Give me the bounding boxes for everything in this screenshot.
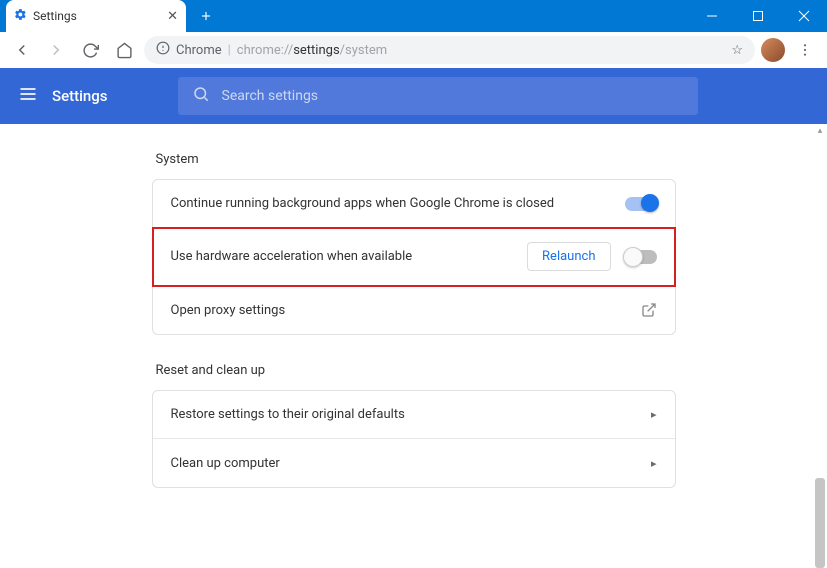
hamburger-icon[interactable] <box>18 84 38 108</box>
section-title-reset: Reset and clean up <box>152 363 676 378</box>
row-background-apps: Continue running background apps when Go… <box>153 180 675 228</box>
row-open-proxy[interactable]: Open proxy settings <box>153 286 675 334</box>
section-title-system: System <box>152 152 676 167</box>
minimize-button[interactable] <box>689 0 735 32</box>
maximize-button[interactable] <box>735 0 781 32</box>
forward-button[interactable] <box>42 36 70 64</box>
external-link-icon <box>641 302 657 318</box>
chevron-right-icon: ▸ <box>651 457 657 470</box>
url-path-tail: /system <box>340 43 387 58</box>
search-input[interactable] <box>222 88 684 104</box>
url-scheme: chrome:// <box>237 43 293 58</box>
browser-tab[interactable]: Settings ✕ <box>6 0 186 32</box>
home-button[interactable] <box>110 36 138 64</box>
row-cleanup-computer[interactable]: Clean up computer ▸ <box>153 439 675 487</box>
tab-title: Settings <box>33 9 77 23</box>
scroll-up-icon[interactable]: ▴ <box>815 126 825 136</box>
row-label: Use hardware acceleration when available <box>171 249 528 264</box>
scrollbar-thumb[interactable] <box>815 478 825 568</box>
appbar-title: Settings <box>52 87 108 105</box>
row-label: Continue running background apps when Go… <box>171 196 625 211</box>
new-tab-button[interactable] <box>192 2 220 30</box>
reload-button[interactable] <box>76 36 104 64</box>
omnibox-separator: | <box>228 43 231 58</box>
row-restore-defaults[interactable]: Restore settings to their original defau… <box>153 391 675 439</box>
menu-button[interactable] <box>791 36 819 64</box>
toggle-background-apps[interactable] <box>625 197 657 211</box>
system-card: Continue running background apps when Go… <box>152 179 676 335</box>
site-info-icon[interactable] <box>156 41 170 59</box>
search-icon <box>192 85 210 107</box>
row-label: Restore settings to their original defau… <box>171 407 651 422</box>
chevron-right-icon: ▸ <box>651 408 657 421</box>
back-button[interactable] <box>8 36 36 64</box>
settings-search[interactable] <box>178 77 698 115</box>
site-label: Chrome <box>176 43 222 58</box>
gear-icon <box>14 8 27 24</box>
browser-toolbar: Chrome | chrome://settings/system ☆ <box>0 32 827 68</box>
settings-content: ▴ System Continue running background app… <box>0 124 827 568</box>
profile-avatar[interactable] <box>761 38 785 62</box>
reset-card: Restore settings to their original defau… <box>152 390 676 488</box>
window-titlebar: Settings ✕ <box>0 0 827 32</box>
row-hardware-acceleration: Use hardware acceleration when available… <box>153 228 675 286</box>
row-label: Open proxy settings <box>171 303 641 318</box>
bookmark-star-icon[interactable]: ☆ <box>731 43 743 58</box>
close-window-button[interactable] <box>781 0 827 32</box>
toggle-hardware-acceleration[interactable] <box>625 250 657 264</box>
window-controls <box>689 0 827 32</box>
settings-appbar: Settings <box>0 68 827 124</box>
close-icon[interactable]: ✕ <box>167 9 178 24</box>
address-bar[interactable]: Chrome | chrome://settings/system ☆ <box>144 36 755 64</box>
relaunch-button[interactable]: Relaunch <box>527 242 610 271</box>
url-path-main: settings <box>293 43 339 58</box>
row-label: Clean up computer <box>171 456 651 471</box>
